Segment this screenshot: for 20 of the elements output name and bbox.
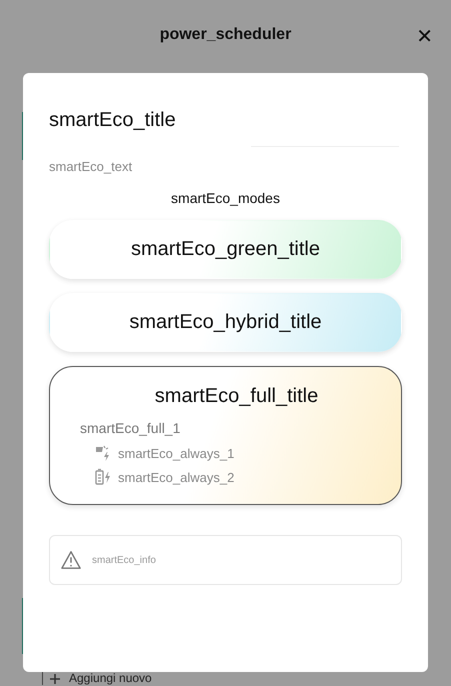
modes-label: smartEco_modes xyxy=(170,190,281,206)
mode-description: smartEco_full_1 xyxy=(80,420,182,436)
mode-title: smartEco_full_title xyxy=(154,385,320,408)
dialog-text: smartEco_text xyxy=(49,159,134,174)
solar-bolt-icon xyxy=(94,444,112,462)
page-title: power_scheduler xyxy=(160,26,292,44)
info-text: smartEco_info xyxy=(92,554,156,566)
mode-card[interactable]: smartEco_hybrid_title xyxy=(49,293,402,352)
battery-bolt-icon xyxy=(94,468,112,486)
close-button[interactable]: ✕ xyxy=(410,22,439,50)
plus-icon xyxy=(49,672,61,684)
feature-text: smartEco_always_2 xyxy=(118,470,234,484)
mode-title: smartEco_green_title xyxy=(130,238,321,261)
dialog-title: smartEco_title xyxy=(49,109,177,132)
mode-card[interactable]: smartEco_full_title smartEco_full_1 smartEco_always_1 smartEco_always_2 xyxy=(49,366,402,505)
add-new-link[interactable]: Aggiungi nuovo xyxy=(42,672,152,685)
feature-text: smartEco_always_1 xyxy=(118,446,234,460)
warning-icon xyxy=(60,550,82,570)
mode-card[interactable]: smartEco_green_title xyxy=(49,220,402,279)
mode-title: smartEco_hybrid_title xyxy=(128,311,323,334)
